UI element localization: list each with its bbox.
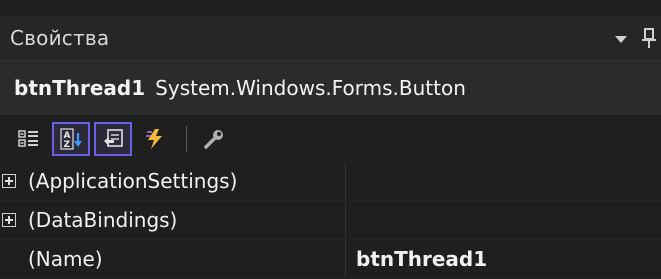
pin-icon[interactable] [641, 26, 657, 50]
categorized-button[interactable] [10, 122, 48, 156]
expand-plus-icon[interactable] [2, 174, 16, 188]
property-row-application-settings[interactable]: (ApplicationSettings) [0, 162, 661, 201]
gutter [0, 240, 16, 278]
gutter [0, 162, 16, 200]
properties-button[interactable] [94, 121, 132, 156]
properties-panel-titlebar: Свойства [0, 16, 661, 60]
events-icon [146, 128, 162, 149]
panel-title: Свойства [10, 26, 110, 50]
property-pages-button[interactable] [195, 122, 233, 156]
object-name: btnThread1 [14, 76, 146, 100]
events-button[interactable] [136, 122, 174, 156]
property-pages-icon [204, 129, 223, 149]
property-row-name[interactable]: (Name) btnThread1 [0, 240, 661, 279]
dropdown-arrow-icon[interactable] [615, 35, 627, 43]
property-value[interactable] [346, 201, 661, 239]
object-selector[interactable]: btnThread1 System.Windows.Forms.Button [0, 60, 661, 116]
svg-text:Z: Z [64, 140, 71, 150]
alphabetical-button[interactable]: A Z [52, 121, 90, 156]
alphabetical-icon: A Z [60, 127, 82, 150]
property-row-data-bindings[interactable]: (DataBindings) [0, 201, 661, 240]
categorized-icon [18, 129, 38, 147]
property-value[interactable] [346, 162, 661, 200]
toolbar-separator [186, 125, 187, 152]
gutter [0, 201, 16, 239]
properties-toolbar: A Z [0, 115, 661, 162]
property-name: (Name) [16, 240, 346, 278]
properties-icon [104, 128, 123, 147]
object-type: System.Windows.Forms.Button [155, 76, 466, 100]
expand-plus-icon[interactable] [2, 213, 16, 227]
property-name: (ApplicationSettings) [16, 162, 346, 200]
property-grid: (ApplicationSettings) (DataBindings) (Na… [0, 162, 661, 279]
top-strip [0, 0, 661, 16]
title-actions [615, 16, 657, 60]
property-name: (DataBindings) [16, 201, 346, 239]
property-value[interactable]: btnThread1 [346, 240, 661, 278]
